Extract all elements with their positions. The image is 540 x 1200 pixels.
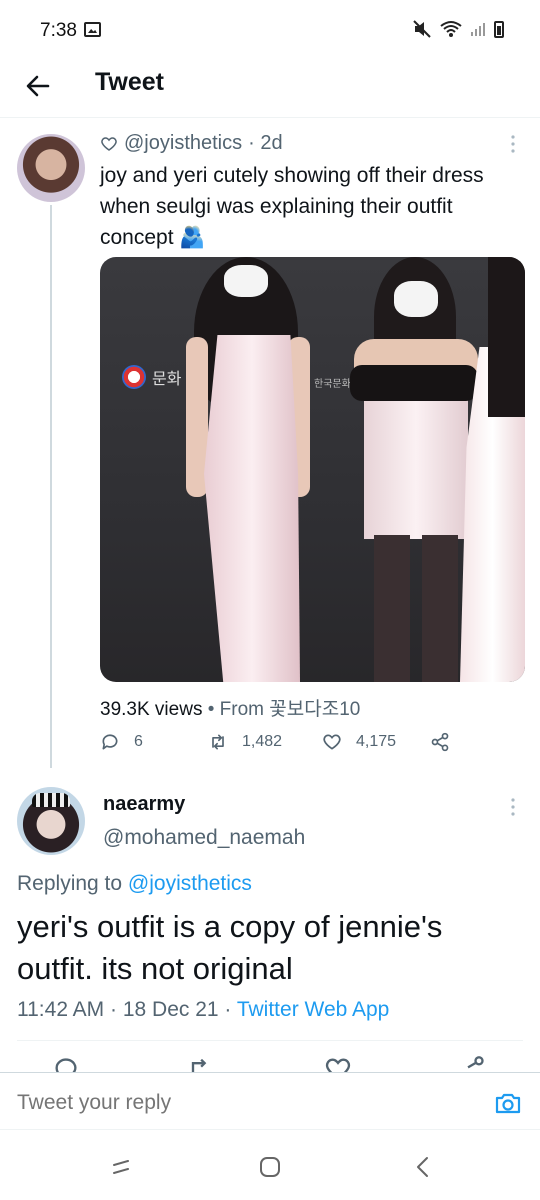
views-value: 39.3K views — [100, 699, 203, 720]
tweet-handle[interactable]: @joyisthetics — [124, 132, 242, 155]
avatar[interactable] — [17, 787, 85, 855]
avatar[interactable] — [17, 134, 85, 202]
figure-bow — [350, 365, 478, 401]
tweet-media-image[interactable]: 문화 한국문화 — [100, 257, 525, 682]
mute-icon — [413, 20, 431, 38]
gallery-notification-icon — [84, 22, 101, 37]
reply-count: 6 — [134, 733, 143, 750]
views-source: • From 꽃보다조10 — [207, 699, 361, 720]
share-button[interactable] — [430, 732, 450, 752]
figure-dress — [364, 387, 468, 539]
signal-icon — [471, 23, 485, 36]
heart-icon — [323, 734, 341, 750]
retweet-count: 1,482 — [242, 733, 283, 750]
more-vertical-icon[interactable] — [510, 797, 516, 817]
tweet-age: · 2d — [248, 132, 283, 154]
status-bar: 7:38 — [0, 0, 540, 56]
like-count: 4,175 — [356, 733, 397, 750]
timestamp-text: 11:42 AM · 18 Dec 21 · — [17, 998, 237, 1021]
recents-icon[interactable] — [108, 1154, 134, 1180]
status-icons — [412, 19, 504, 39]
reply-input[interactable] — [17, 1091, 457, 1115]
camera-icon[interactable] — [494, 1089, 522, 1117]
figure-hair — [488, 257, 525, 417]
battery-icon — [494, 20, 504, 38]
figure-mask — [224, 265, 268, 297]
like-button[interactable]: 4,175 — [322, 732, 396, 752]
view-count: 39.3K views • From 꽃보다조10 — [100, 694, 360, 721]
tweet-handle[interactable]: @mohamed_naemah — [103, 826, 305, 850]
tweet-text: yeri's outfit is a copy of jennie's outf… — [17, 909, 443, 986]
figure-mask — [394, 281, 438, 317]
tweet-actions-partial — [0, 1055, 540, 1073]
tweet-actions: 6 1,482 4,175 — [100, 732, 460, 756]
client-link[interactable]: Twitter Web App — [237, 998, 390, 1021]
replying-prefix: Replying to — [17, 872, 128, 895]
figure-dress — [204, 335, 300, 682]
retweet-icon[interactable] — [186, 1055, 214, 1073]
page-title: Tweet — [95, 68, 164, 96]
liked-heart-icon — [101, 136, 117, 151]
replying-to: Replying to @joyisthetics — [17, 872, 252, 896]
divider — [17, 1040, 523, 1041]
reply-bar — [0, 1072, 540, 1130]
display-name[interactable]: naearmy — [103, 793, 185, 816]
backdrop-logo: 문화 — [122, 365, 181, 389]
back-nav-icon[interactable] — [410, 1154, 436, 1180]
reply-icon — [102, 734, 118, 750]
back-arrow-icon[interactable] — [22, 70, 54, 102]
thread-connector — [50, 205, 52, 768]
system-nav-bar — [0, 1130, 540, 1200]
figure-legs — [374, 535, 458, 682]
retweet-button[interactable]: 1,482 — [208, 732, 282, 752]
header: Tweet — [0, 56, 540, 118]
reply-icon[interactable] — [52, 1055, 80, 1073]
person-figure-right — [460, 257, 525, 682]
reply-button[interactable]: 6 — [100, 732, 143, 752]
tweet-timestamp: 11:42 AM · 18 Dec 21 · Twitter Web App — [17, 998, 389, 1022]
logo-emblem-icon — [122, 365, 146, 389]
status-time: 7:38 — [40, 20, 77, 41]
share-icon[interactable] — [458, 1055, 486, 1073]
tweet-text: joy and yeri cutely showing off their dr… — [100, 164, 484, 249]
retweet-icon — [212, 734, 224, 750]
person-figure-left — [176, 257, 316, 682]
replying-to-link[interactable]: @joyisthetics — [128, 872, 252, 895]
home-icon[interactable] — [257, 1154, 283, 1180]
share-icon — [431, 732, 449, 752]
tweet-meta: @joyisthetics · 2d — [100, 132, 283, 155]
more-vertical-icon[interactable] — [510, 134, 516, 154]
wifi-icon — [440, 21, 462, 37]
heart-icon[interactable] — [324, 1055, 352, 1073]
